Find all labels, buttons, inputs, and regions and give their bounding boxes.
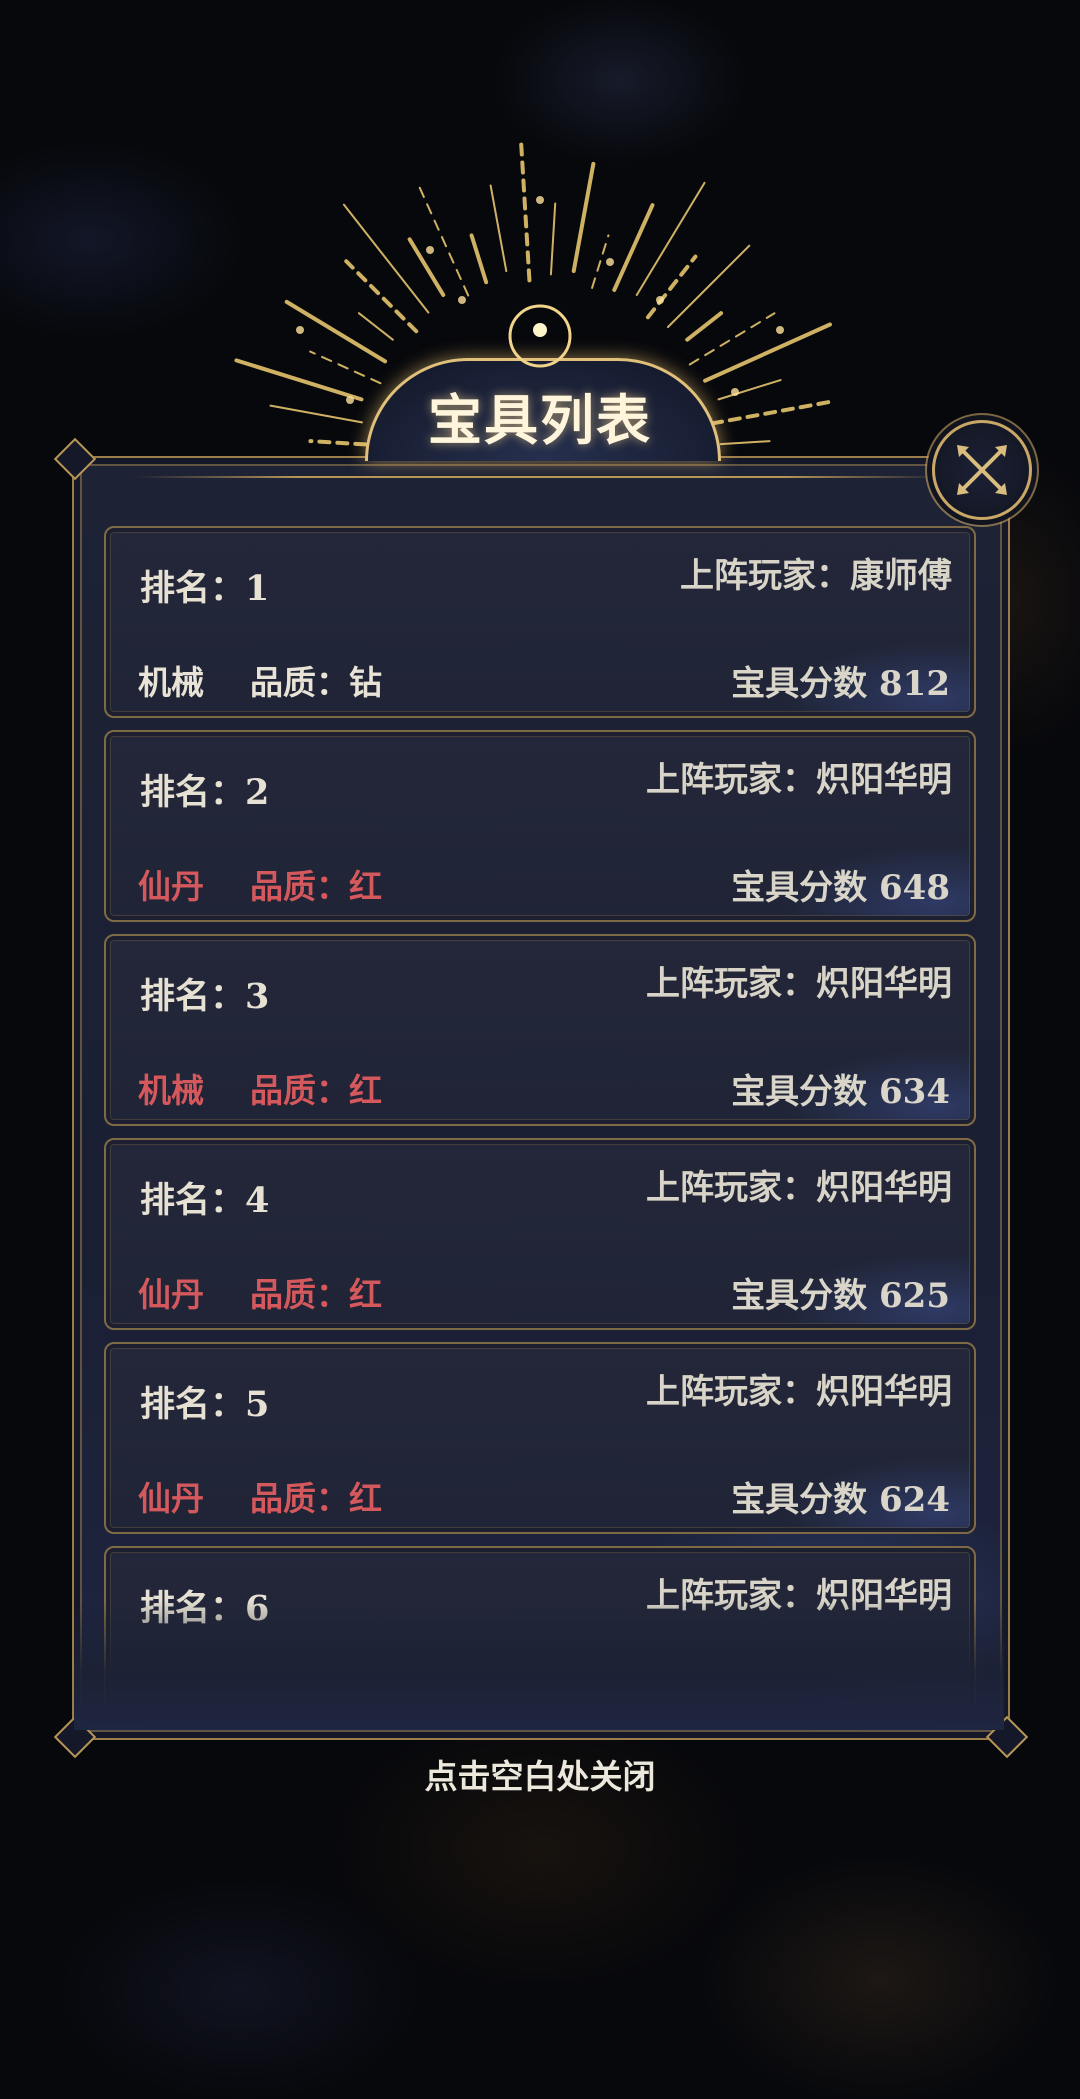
quality-label: 品质：钻: [250, 663, 382, 702]
list-item[interactable]: 排名：4 上阵玩家：炽阳华明 仙丹 品质：红 宝具分数 625: [104, 1138, 976, 1330]
sunburst-ray: [417, 184, 470, 297]
sparkle: [731, 388, 739, 396]
list-item[interactable]: 排名：3 上阵玩家：炽阳华明 机械 品质：红 宝具分数 634: [104, 934, 976, 1126]
sunburst-ray: [719, 440, 771, 446]
crescent-moon-icon: [508, 304, 572, 368]
sunburst-ray: [284, 299, 388, 364]
sunburst-ray: [357, 312, 394, 341]
sunburst-ray: [549, 202, 557, 276]
player-label: 上阵玩家：康师傅: [680, 556, 952, 596]
sparkle: [458, 296, 466, 304]
score-label: 宝具分数 634: [731, 1072, 950, 1112]
sparkle: [296, 326, 304, 334]
player-label: 上阵玩家：炽阳华明: [646, 1168, 952, 1208]
quality-label: 品质：红: [250, 1275, 382, 1314]
sparkle: [776, 326, 784, 334]
rank-label: 排名：1: [140, 568, 270, 609]
list-item[interactable]: 排名：2 上阵玩家：炽阳华明 仙丹 品质：红 宝具分数 648: [104, 730, 976, 922]
game-screen[interactable]: 宝具列表 排名：1 上阵玩家：康师傅 机械 品质：钻 宝具分数 812 排名：2…: [0, 0, 1080, 2099]
sunburst-ray: [571, 161, 596, 274]
rank-label: 排名：2: [140, 772, 270, 813]
close-x-icon: [957, 445, 1007, 495]
quality-label: 品质：红: [250, 867, 382, 906]
sunburst-ray: [717, 379, 782, 401]
quality-label: 品质：红: [250, 1071, 382, 1110]
close-hint-text[interactable]: 点击空白处关闭: [0, 1750, 1080, 1798]
close-button[interactable]: [932, 420, 1032, 520]
player-label: 上阵玩家：炽阳华明: [646, 964, 952, 1004]
quality-label: 品质：红: [250, 1479, 382, 1518]
sparkle: [656, 296, 664, 304]
sparkle: [606, 258, 614, 266]
score-label: 宝具分数 812: [731, 664, 950, 704]
sunburst-ray: [269, 404, 363, 424]
sunburst-ray: [469, 233, 489, 285]
category-label: 仙丹: [138, 1479, 204, 1518]
sunburst-ray: [308, 439, 368, 447]
sunburst-ray: [407, 237, 446, 297]
sunburst-ray: [688, 312, 776, 366]
category-label: 仙丹: [138, 1275, 204, 1314]
sparkle: [536, 196, 544, 204]
panel-bottom-border: [136, 1720, 946, 1722]
sunburst-ray: [234, 358, 364, 402]
treasure-list[interactable]: 排名：1 上阵玩家：康师傅 机械 品质：钻 宝具分数 812 排名：2 上阵玩家…: [104, 526, 976, 1706]
list-item[interactable]: 排名：6 上阵玩家：炽阳华明: [104, 1546, 976, 1706]
sunburst-ray: [518, 135, 532, 283]
sunburst-ray: [645, 254, 698, 320]
score-label: 宝具分数 625: [731, 1276, 950, 1316]
sunburst-ray: [342, 203, 430, 314]
category-label: 机械: [138, 663, 204, 702]
category-label: 机械: [138, 1071, 204, 1110]
sunburst-ray: [612, 203, 655, 292]
score-label: 宝具分数 648: [731, 868, 950, 908]
rank-label: 排名：6: [140, 1588, 270, 1629]
sparkle: [346, 396, 354, 404]
sunburst-ray: [591, 234, 610, 289]
player-label: 上阵玩家：炽阳华明: [646, 1576, 952, 1616]
sunburst-ray: [344, 259, 419, 334]
list-item[interactable]: 排名：5 上阵玩家：炽阳华明 仙丹 品质：红 宝具分数 624: [104, 1342, 976, 1534]
score-label: 宝具分数 624: [731, 1480, 950, 1520]
rank-label: 排名：5: [140, 1384, 270, 1425]
player-label: 上阵玩家：炽阳华明: [646, 1372, 952, 1412]
sunburst-ray: [685, 311, 724, 342]
sunburst-ray: [635, 181, 706, 296]
dialog-title: 宝具列表: [428, 388, 652, 452]
rank-label: 排名：3: [140, 976, 270, 1017]
sparkle: [426, 246, 434, 254]
sunburst-ray: [703, 322, 832, 383]
panel-top-border: [136, 476, 946, 478]
sunburst-ray: [489, 184, 508, 273]
panel-corner-ornament: [53, 437, 97, 481]
rank-label: 排名：4: [140, 1180, 270, 1221]
sunburst-ray: [666, 244, 751, 329]
list-item[interactable]: 排名：1 上阵玩家：康师傅 机械 品质：钻 宝具分数 812: [104, 526, 976, 718]
sunburst-ray: [710, 399, 834, 426]
category-label: 仙丹: [138, 867, 204, 906]
player-label: 上阵玩家：炽阳华明: [646, 760, 952, 800]
